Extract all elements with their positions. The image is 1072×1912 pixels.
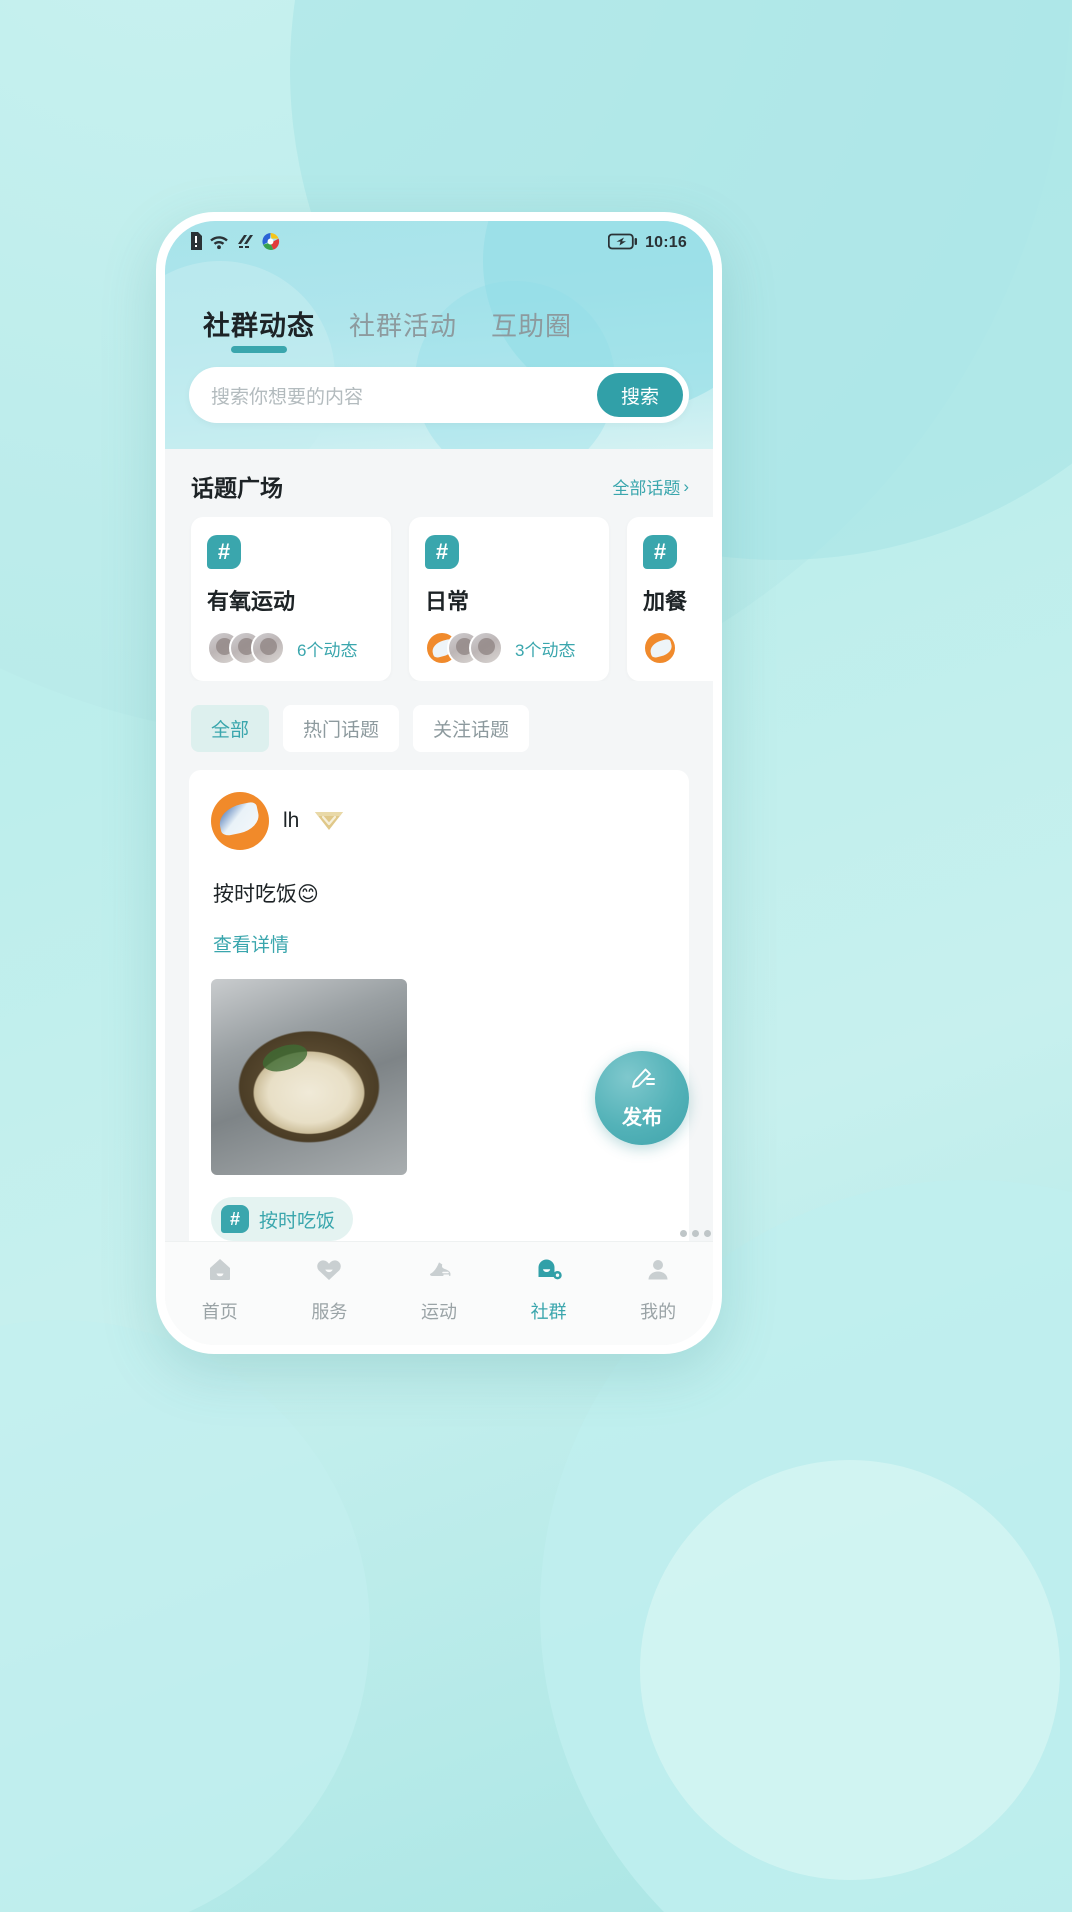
hash-icon: # [643,535,677,569]
post-card: lh 按时吃饭😊 查看详情 # 按时吃饭 [189,770,689,1241]
nav-item-community-label: 社群 [530,1302,567,1322]
sim-alert-icon [189,231,203,255]
app-header: 10:16 社群动态 社群活动 互助圈 搜索你想要的内容 搜索 [165,221,713,449]
topic-footer: 3个动态 [425,631,593,665]
topic-avatar-group [207,631,285,665]
person-icon [643,1255,673,1290]
status-bar-right: 10:16 [607,233,687,254]
topic-card[interactable]: # 加餐 [627,517,713,681]
top-tab-bar: 社群动态 社群活动 互助圈 [165,265,713,357]
nav-item-services-label: 服务 [311,1302,348,1322]
filter-chip-following[interactable]: 关注话题 [413,705,530,752]
nav-item-services[interactable]: 服务 [283,1255,375,1324]
chevron-right-icon: › [683,476,689,496]
topic-name: 日常 [425,589,470,614]
tab-mutual-help-label: 互助圈 [491,311,573,341]
search-button[interactable]: 搜索 [596,373,683,417]
topic-card[interactable]: # 日常 3个动态 [409,517,609,681]
topic-post-count: 3个动态 [515,640,576,660]
battery-charging-icon [607,233,638,254]
nav-item-home-label: 首页 [201,1302,238,1322]
post-image[interactable] [211,979,407,1175]
home-icon [205,1255,235,1290]
avatar [469,631,503,665]
post-username[interactable]: lh [283,809,299,833]
wifi-icon [209,232,229,254]
avatar [643,631,677,665]
post-tag-chip[interactable]: # 按时吃饭 [211,1197,354,1241]
post-header: lh [211,792,667,850]
topic-footer: 6个动态 [207,631,375,665]
post-tag-label: 按时吃饭 [259,1210,336,1232]
post-detail-link[interactable]: 查看详情 [211,908,667,957]
filter-chip-row: 全部 热门话题 关注话题 [165,681,713,770]
search-input[interactable]: 搜索你想要的内容 [211,382,363,409]
bottom-navigation: 首页 服务 运动 社群 我的 [165,1241,713,1345]
topic-avatar-group [425,631,503,665]
topic-section-title: 话题广场 [191,475,283,501]
dot [704,1230,711,1237]
filter-chip-hot[interactable]: 热门话题 [283,705,400,752]
tab-active-underline [231,346,287,353]
topic-post-count: 6个动态 [297,640,358,660]
all-topics-link[interactable]: 全部话题 › [612,474,689,499]
nav-item-community[interactable]: 社群 [503,1255,595,1324]
nav-item-sports[interactable]: 运动 [393,1255,485,1324]
nav-item-sports-label: 运动 [420,1302,457,1322]
topic-name: 加餐 [643,589,688,614]
publish-fab-label: 发布 [622,1107,662,1129]
avatar [251,631,285,665]
bg-blob-bottom-left [0,1320,370,1912]
status-bar-left [189,231,280,255]
tab-community-feed-label: 社群动态 [203,311,315,341]
topic-avatar-group [643,631,677,665]
topic-section-header: 话题广场 全部话题 › [165,449,713,517]
search-section: 搜索你想要的内容 搜索 [165,357,713,449]
signal-icon [235,232,255,254]
topic-footer [643,631,713,665]
tab-community-feed[interactable]: 社群动态 [203,304,315,357]
search-bar[interactable]: 搜索你想要的内容 搜索 [189,367,689,423]
hash-icon: # [221,1205,249,1233]
dot [680,1230,687,1237]
nav-item-home[interactable]: 首页 [174,1255,266,1324]
community-icon [534,1255,564,1290]
pencil-icon [627,1066,657,1099]
bg-blob-accent [640,1460,1060,1880]
diamond-badge-icon [313,808,345,834]
tab-community-activity[interactable]: 社群活动 [349,306,457,357]
status-bar: 10:16 [165,221,713,265]
shoe-icon [424,1255,454,1290]
heart-icon [314,1255,344,1290]
tab-community-activity-label: 社群活动 [349,311,458,341]
app-color-icon [261,232,280,255]
feed-body: 话题广场 全部话题 › # 有氧运动 6个动态 # 日常 3个动态 # 加餐 全… [165,449,713,1241]
all-topics-label: 全部话题 [612,478,681,498]
filter-chip-all[interactable]: 全部 [191,705,270,752]
dot [692,1230,699,1237]
publish-fab[interactable]: 发布 [595,1051,689,1145]
pagination-dots [680,1230,711,1237]
topic-name: 有氧运动 [207,589,296,614]
tab-mutual-help[interactable]: 互助圈 [491,306,572,357]
hash-icon: # [207,535,241,569]
nav-item-mine-label: 我的 [640,1302,677,1322]
post-text: 按时吃饭😊 [213,883,319,906]
topic-card-list[interactable]: # 有氧运动 6个动态 # 日常 3个动态 # 加餐 [165,517,713,681]
hash-icon: # [425,535,459,569]
phone-frame: 10:16 社群动态 社群活动 互助圈 搜索你想要的内容 搜索 话题广场 全部话… [156,212,722,1354]
topic-card[interactable]: # 有氧运动 6个动态 [191,517,391,681]
phone-screen: 10:16 社群动态 社群活动 互助圈 搜索你想要的内容 搜索 话题广场 全部话… [165,221,713,1345]
status-bar-clock: 10:16 [645,234,687,251]
avatar[interactable] [211,792,269,850]
nav-item-mine[interactable]: 我的 [612,1255,704,1324]
